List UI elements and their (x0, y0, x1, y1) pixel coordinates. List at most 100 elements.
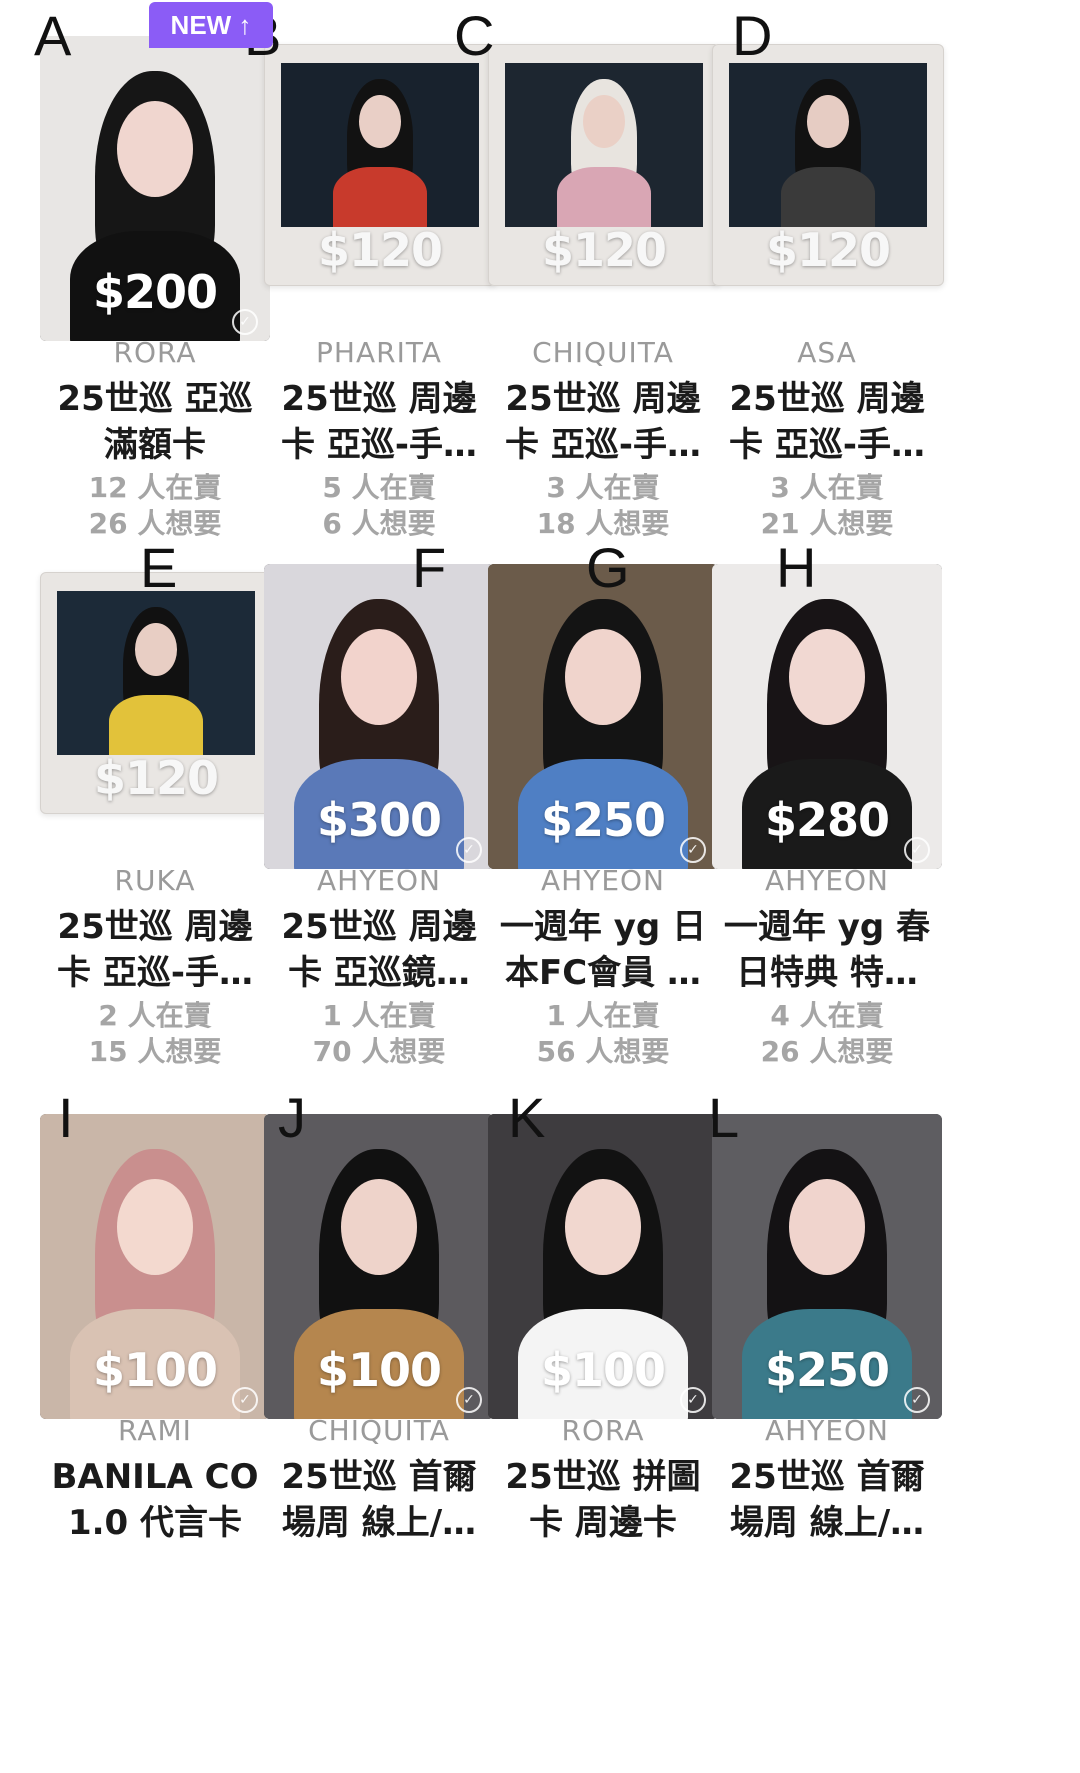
wanters-count: 56 人想要 (536, 1035, 670, 1068)
listing-title-line1[interactable]: 25世巡 首爾 (712, 1454, 942, 1500)
person-figure (101, 591, 211, 755)
wanters-count: 15 人想要 (88, 1035, 222, 1068)
listing-title-line1[interactable]: BANILA CO (40, 1454, 270, 1500)
card-letter-label: K (508, 1086, 546, 1149)
price-label: $120 (541, 223, 667, 277)
card-letter-label: F (412, 536, 447, 599)
listing-title-line2[interactable]: 場周 線上/… (264, 1500, 494, 1546)
price-label: $120 (93, 751, 219, 805)
listing-photo[interactable]: $100 ✓ (40, 1114, 270, 1419)
listing-title-line2[interactable]: 場周 線上/… (712, 1500, 942, 1546)
person-figure (549, 63, 659, 227)
card-letter-label: J (278, 1086, 306, 1149)
listing-title-line2[interactable]: 卡 亞巡-手… (40, 950, 270, 996)
listing-title-line2[interactable]: 卡 亞巡-手… (488, 422, 718, 468)
listing-card[interactable]: $300 ✓ AHYEON 25世巡 周邊卡 亞巡鏡… 1 人在賣 70 人想要 (264, 528, 516, 1068)
listing-title-line1[interactable]: 25世巡 亞巡 (40, 376, 270, 422)
listing-title-line2[interactable]: 卡 周邊卡 (488, 1500, 718, 1546)
listing-card[interactable]: $120✓CHIQUITA25世巡 周邊卡 亞巡-手…3 人在賣18 人想要 (488, 0, 740, 540)
listing-title-line2[interactable]: 日特典 特… (712, 950, 942, 996)
listing-title-line1[interactable]: 25世巡 周邊 (712, 376, 942, 422)
listing-photo[interactable]: $300 ✓ (264, 564, 494, 869)
listing-title-line1[interactable]: 25世巡 周邊 (488, 376, 718, 422)
sellers-count: 12 人在賣 (88, 471, 222, 504)
listing-card[interactable]: $120✓PHARITA25世巡 周邊卡 亞巡-手…5 人在賣6 人想要 (264, 0, 516, 540)
listing-card[interactable]: $100 ✓ CHIQUITA 25世巡 首爾 場周 線上/… (264, 1078, 516, 1618)
sellers-count: 3 人在賣 (770, 471, 884, 504)
listing-photo[interactable]: $100 ✓ (264, 1114, 494, 1419)
listing-title-line2[interactable]: 1.0 代言卡 (40, 1500, 270, 1546)
listing-title-line2[interactable]: 本FC會員 … (488, 950, 718, 996)
price-label: $100 (540, 1343, 666, 1397)
listing-photo[interactable]: $120✓ (712, 44, 944, 286)
listing-photo[interactable]: $200 ✓ (40, 36, 270, 341)
sellers-count: 4 人在賣 (770, 999, 884, 1032)
artist-name: CHIQUITA (308, 1414, 450, 1447)
photo-image (729, 63, 927, 227)
listing-card[interactable]: $200 ✓ RORA 25世巡 亞巡 滿額卡 12 人在賣 26 人想要 (40, 0, 292, 540)
listing-photo[interactable]: $100 ✓ (488, 1114, 718, 1419)
artist-name: ASA (797, 336, 857, 369)
listing-card[interactable]: $250 ✓ AHYEON 25世巡 首爾 場周 線上/… (712, 1078, 964, 1618)
price-label: $100 (316, 1343, 442, 1397)
listing-title-line2[interactable]: 卡 亞巡鏡… (264, 950, 494, 996)
price-label: $280 (764, 793, 890, 847)
listing-photo[interactable]: $120✓ (488, 44, 720, 286)
listing-title-line1[interactable]: 一週年 yg 日 (488, 904, 718, 950)
listing-title-line1[interactable]: 25世巡 周邊 (40, 904, 270, 950)
listing-title-line2[interactable]: 卡 亞巡-手… (712, 422, 942, 468)
artist-name: CHIQUITA (532, 336, 674, 369)
listing-title-line1[interactable]: 25世巡 拼圖 (488, 1454, 718, 1500)
check-circle-icon[interactable]: ✓ (680, 1387, 706, 1413)
sellers-count: 5 人在賣 (322, 471, 436, 504)
check-circle-icon[interactable]: ✓ (904, 837, 930, 863)
price-label: $120 (317, 223, 443, 277)
artist-name: RORA (113, 336, 197, 369)
wanters-count: 70 人想要 (312, 1035, 446, 1068)
listing-card[interactable]: $250 ✓ AHYEON 一週年 yg 日本FC會員 … 1 人在賣 56 人想要 (488, 528, 740, 1068)
listing-title-line1[interactable]: 25世巡 周邊 (264, 904, 494, 950)
artist-name: RAMI (118, 1414, 192, 1447)
listing-photo[interactable]: $280 ✓ (712, 564, 942, 869)
listing-title-line2[interactable]: 卡 亞巡-手… (264, 422, 494, 468)
artist-name: AHYEON (317, 864, 441, 897)
price-label: $200 (92, 265, 218, 319)
card-letter-label: E (140, 536, 178, 599)
check-circle-icon[interactable]: ✓ (456, 1387, 482, 1413)
check-circle-icon[interactable]: ✓ (232, 1387, 258, 1413)
check-circle-icon[interactable]: ✓ (232, 309, 258, 335)
artist-name: RORA (561, 1414, 645, 1447)
listing-photo[interactable]: $250 ✓ (488, 564, 718, 869)
artist-name: RUKA (114, 864, 196, 897)
new-badge: NEW ↑ (149, 2, 273, 48)
listing-title-line1[interactable]: 25世巡 周邊 (264, 376, 494, 422)
sellers-count: 1 人在賣 (322, 999, 436, 1032)
sellers-count: 1 人在賣 (546, 999, 660, 1032)
listing-card[interactable]: $100 ✓ RORA 25世巡 拼圖卡 周邊卡 (488, 1078, 740, 1618)
wanters-count: 26 人想要 (760, 1035, 894, 1068)
check-circle-icon[interactable]: ✓ (680, 837, 706, 863)
card-letter-label: D (732, 4, 773, 67)
listing-card[interactable]: $100 ✓ RAMI BANILA CO 1.0 代言卡 (40, 1078, 292, 1618)
listing-photo[interactable]: $120✓ (264, 44, 496, 286)
price-label: $250 (540, 793, 666, 847)
listing-card[interactable]: $280 ✓ AHYEON 一週年 yg 春日特典 特… 4 人在賣 26 人想要 (712, 528, 964, 1068)
card-letter-label: G (586, 536, 630, 599)
artist-name: AHYEON (541, 864, 665, 897)
check-circle-icon[interactable]: ✓ (904, 1387, 930, 1413)
listing-card[interactable]: $120✓ RUKA 25世巡 周邊卡 亞巡-手…2 人在賣15 人想要 (40, 528, 292, 1068)
photo-image (281, 63, 479, 227)
check-circle-icon[interactable]: ✓ (456, 837, 482, 863)
sellers-count: 2 人在賣 (98, 999, 212, 1032)
listing-title-line1[interactable]: 一週年 yg 春 (712, 904, 942, 950)
sellers-count: 3 人在賣 (546, 471, 660, 504)
artist-name: AHYEON (765, 864, 889, 897)
card-letter-label: L (708, 1086, 740, 1149)
price-label: $100 (92, 1343, 218, 1397)
listing-photo[interactable]: $250 ✓ (712, 1114, 942, 1419)
listing-photo[interactable]: $120✓ (40, 572, 272, 814)
person-figure (773, 63, 883, 227)
listing-title-line1[interactable]: 25世巡 首爾 (264, 1454, 494, 1500)
listing-card[interactable]: $120✓ASA25世巡 周邊卡 亞巡-手…3 人在賣21 人想要 (712, 0, 964, 540)
listing-title-line2[interactable]: 滿額卡 (40, 422, 270, 468)
